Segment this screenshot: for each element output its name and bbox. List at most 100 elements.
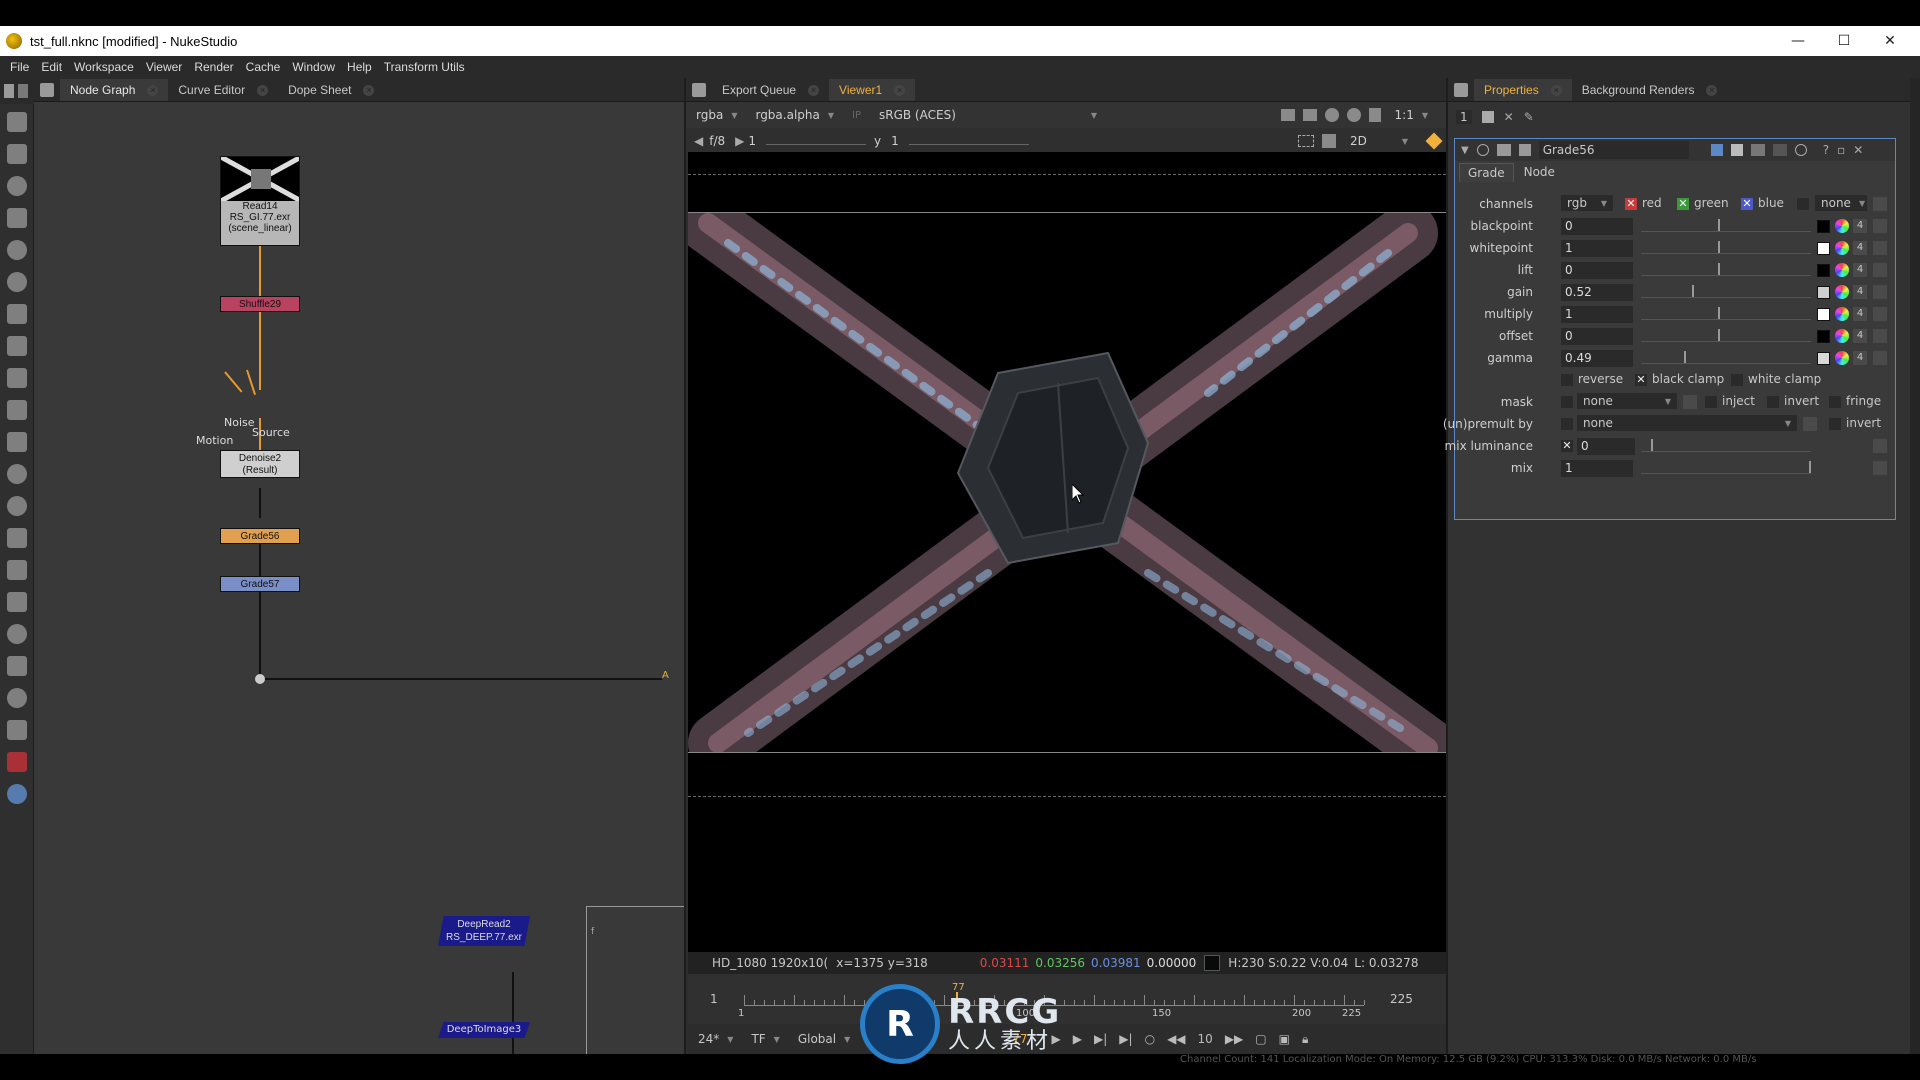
timeline-start-frame[interactable]: 1 — [710, 992, 718, 1006]
viewer-canvas[interactable] — [688, 152, 1446, 952]
center-node-icon[interactable] — [1476, 144, 1489, 156]
gizmo-tools-icon[interactable] — [7, 784, 27, 804]
mix-luminance-field[interactable]: 0 — [1577, 438, 1635, 455]
pane-menu-icon[interactable] — [4, 84, 14, 98]
collapse-icon[interactable]: ▼ — [1461, 145, 1469, 156]
menu-help[interactable]: Help — [341, 60, 378, 74]
node-color-icon[interactable] — [1518, 144, 1531, 156]
color-wheel-icon[interactable] — [1835, 285, 1849, 299]
denoise-node[interactable]: Denoise2 (Result) — [220, 450, 300, 478]
param-slider[interactable] — [1641, 285, 1811, 298]
y-value[interactable]: 1 — [891, 134, 899, 148]
color-wheel-icon[interactable] — [1835, 263, 1849, 277]
tab-dope-sheet[interactable]: Dope Sheet × — [278, 79, 384, 101]
monitor-out-icon[interactable]: ▣ — [1279, 1032, 1290, 1046]
tab-background-renders[interactable]: Background Renders × — [1572, 79, 1728, 101]
tab-node-graph[interactable]: Node Graph × — [60, 79, 169, 101]
close-panel-icon[interactable]: ✕ — [1853, 143, 1863, 157]
channel-count-button[interactable]: 4 — [1853, 329, 1867, 343]
fstop-value[interactable]: f/8 — [709, 134, 725, 148]
furnace-tools-icon[interactable] — [7, 624, 27, 644]
transform-tools-icon[interactable] — [7, 368, 27, 388]
color-wheel-icon[interactable] — [1835, 219, 1849, 233]
float-panel-icon[interactable]: ▫ — [1837, 143, 1845, 157]
lock-panels-icon[interactable] — [1481, 111, 1494, 123]
param-slider[interactable] — [1641, 307, 1811, 320]
param-value-field[interactable]: 0 — [1561, 262, 1633, 279]
edit-icon[interactable]: ✎ — [1524, 110, 1534, 124]
maximize-button[interactable]: ☐ — [1822, 26, 1866, 56]
viewer-pause-icon[interactable] — [1368, 108, 1381, 122]
filter-tools-icon[interactable] — [7, 272, 27, 292]
unpremult-select[interactable]: none ▼ — [1577, 415, 1797, 431]
slider-knob[interactable] — [1717, 329, 1720, 341]
param-slider[interactable] — [1641, 241, 1811, 254]
tab-grade[interactable]: Grade — [1459, 163, 1514, 182]
fps-dropdown[interactable]: 24* ▼ — [692, 1030, 739, 1048]
ip-toggle[interactable]: IP — [846, 106, 867, 124]
input-node-icon[interactable] — [1496, 144, 1511, 156]
unpremult-invert-toggle[interactable]: invert — [1829, 416, 1881, 430]
dot-node[interactable] — [255, 674, 265, 684]
param-value-field[interactable]: 0.52 — [1561, 284, 1633, 301]
param-value-field[interactable]: 0.49 — [1561, 350, 1633, 367]
curve-icon[interactable] — [1873, 439, 1887, 453]
green-channel-toggle[interactable]: ✕ green — [1677, 196, 1729, 210]
black-clamp-toggle[interactable]: ✕ black clamp — [1635, 372, 1724, 386]
frame-increment-value[interactable]: 1 — [748, 134, 756, 148]
curve-icon[interactable] — [1873, 461, 1887, 475]
max-panels-field[interactable]: 1 — [1456, 110, 1472, 124]
color-swatch[interactable] — [1817, 308, 1830, 321]
tab-export-queue[interactable]: Export Queue × — [712, 79, 829, 101]
param-value-field[interactable]: 1 — [1561, 240, 1633, 257]
channel-count-button[interactable]: 4 — [1853, 307, 1867, 321]
channel-count-button[interactable]: 4 — [1853, 351, 1867, 365]
param-value-field[interactable]: 0 — [1561, 218, 1633, 235]
reverse-toggle[interactable]: reverse — [1561, 372, 1623, 386]
slider-knob[interactable] — [1692, 285, 1694, 297]
clear-panels-icon[interactable]: ✕ — [1504, 110, 1514, 124]
channel-count-button[interactable]: 4 — [1853, 285, 1867, 299]
channels-link-icon[interactable] — [1873, 197, 1887, 211]
red-channel-toggle[interactable]: ✕ red — [1625, 196, 1662, 210]
metadata-tools-icon[interactable] — [7, 528, 27, 548]
color-wheel-icon[interactable] — [1835, 241, 1849, 255]
cryptomatte-tools-icon[interactable] — [7, 720, 27, 740]
fstop-left-icon[interactable]: ◀ — [694, 134, 703, 148]
color-swatch[interactable] — [1817, 352, 1830, 365]
grade57-node[interactable]: Grade57 — [220, 576, 300, 592]
minimize-button[interactable]: — — [1776, 26, 1820, 56]
view-mode-dropdown[interactable]: 2D ▼ — [1344, 132, 1414, 150]
roi-icon[interactable] — [1298, 135, 1314, 147]
close-tab-icon[interactable]: × — [808, 84, 820, 96]
gamma-slider[interactable] — [908, 137, 1029, 145]
viewer-refresh-icon[interactable] — [1324, 108, 1339, 122]
lock-icon[interactable]: 🔒︎ — [1302, 1032, 1308, 1047]
close-tab-icon[interactable]: × — [257, 84, 269, 96]
color-wheel-icon[interactable] — [1835, 329, 1849, 343]
deepread-node[interactable]: DeepRead2 RS_DEEP.77.exr — [438, 916, 530, 946]
slider-knob[interactable] — [1717, 241, 1720, 253]
colorspace-dropdown[interactable]: sRGB (ACES) ▼ — [873, 106, 1103, 124]
color-swatch[interactable] — [1817, 264, 1830, 277]
alpha-checkbox[interactable] — [1797, 198, 1809, 210]
mix-slider[interactable] — [1641, 461, 1811, 474]
mask-select[interactable]: none ▼ — [1577, 393, 1677, 409]
pane-menu-icon[interactable] — [692, 83, 706, 97]
loop-icon[interactable]: ○ — [1145, 1032, 1155, 1046]
range-scope-dropdown[interactable]: Global ▼ — [792, 1030, 856, 1048]
shuffle-node[interactable]: Shuffle29 — [220, 296, 300, 312]
menu-workspace[interactable]: Workspace — [68, 60, 140, 74]
color-swatch[interactable] — [1817, 286, 1830, 299]
mix-luminance-checkbox[interactable]: ✕ — [1561, 440, 1573, 452]
timeline-bar[interactable]: 1 1 50 100 150 200 225 77 225 — [688, 974, 1446, 1024]
param-value-field[interactable]: 1 — [1561, 306, 1633, 323]
color-wheel-icon[interactable] — [1835, 307, 1849, 321]
close-tab-icon[interactable]: × — [147, 84, 159, 96]
skip-forward-icon[interactable]: ▶▶ — [1225, 1032, 1243, 1046]
redshift-tools-icon[interactable] — [7, 752, 27, 772]
deep-tools-icon[interactable] — [7, 464, 27, 484]
views-tools-icon[interactable] — [7, 496, 27, 516]
param-slider[interactable] — [1641, 263, 1811, 276]
pane-float-icon[interactable] — [18, 84, 28, 98]
